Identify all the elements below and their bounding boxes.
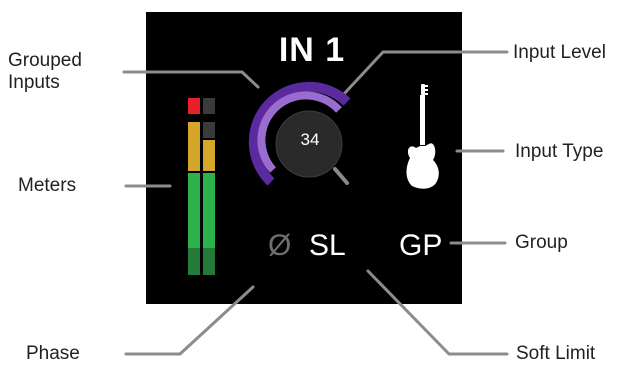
soft-limit-indicator: SL <box>309 229 346 262</box>
group-indicator: GP <box>399 229 443 262</box>
meter-right-low-dim <box>203 248 215 275</box>
callout-grouped-inputs-line1: Grouped <box>8 50 82 71</box>
level-meters <box>188 98 215 275</box>
phase-icon: Ø <box>268 229 292 262</box>
callout-input-level: Input Level <box>513 42 606 63</box>
electric-guitar-icon <box>406 84 439 189</box>
callout-input-type: Input Type <box>515 141 604 162</box>
leader-line-phase <box>124 285 255 356</box>
input-level-value: 34 <box>300 130 320 149</box>
meter-left-low-dim <box>188 248 200 275</box>
leader-line-soft-limit <box>366 269 509 356</box>
meter-left-clip <box>188 98 200 114</box>
leader-line-grouped-inputs <box>122 70 260 89</box>
channel-title: IN 1 <box>278 31 346 69</box>
callout-grouped-inputs: Grouped Inputs <box>8 50 82 94</box>
meter-left-high <box>188 122 200 171</box>
meter-right-clip <box>203 98 215 114</box>
callout-soft-limit: Soft Limit <box>516 343 596 364</box>
callout-meters: Meters <box>18 175 77 196</box>
meter-right-high <box>203 140 215 171</box>
callout-group: Group <box>515 232 568 253</box>
knob-pointer <box>333 167 349 185</box>
meter-right-high-off <box>203 122 215 138</box>
callout-grouped-inputs-line2: Inputs <box>8 72 60 93</box>
callout-phase: Phase <box>26 343 80 364</box>
